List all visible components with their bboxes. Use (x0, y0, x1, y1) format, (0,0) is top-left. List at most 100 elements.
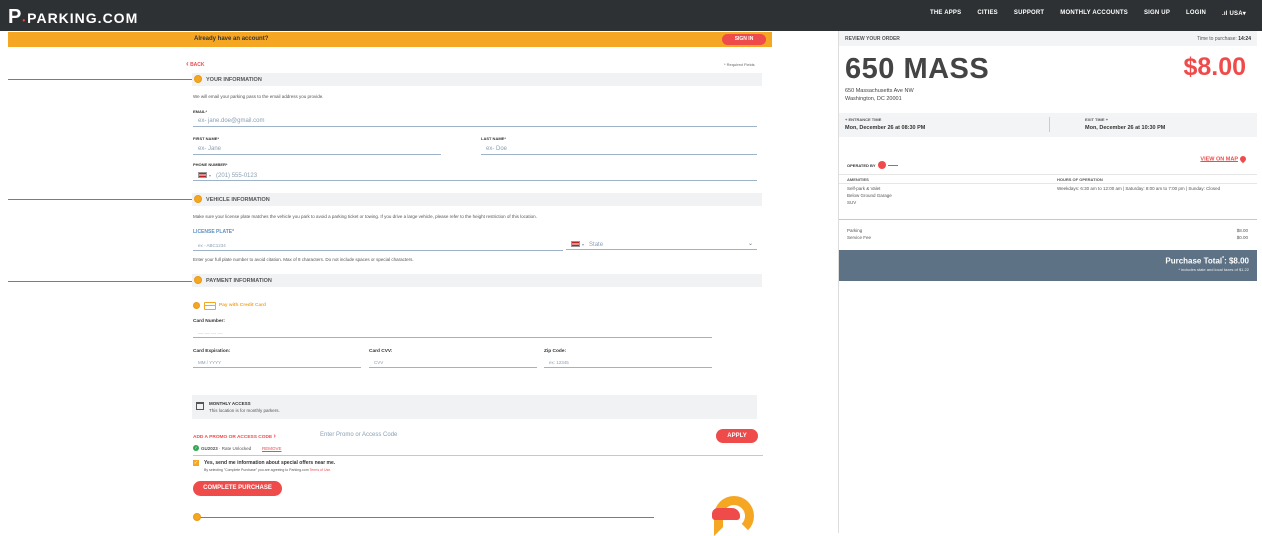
signin-prompt: Already have an account? (194, 36, 269, 42)
chevron-right-icon: › (273, 433, 276, 440)
section-payment-information: PAYMENT INFORMATION (192, 274, 762, 287)
nav-the-apps[interactable]: THE APPS (930, 10, 961, 17)
main-nav: THE APPS CITIES SUPPORT MONTHLY ACCOUNTS… (930, 10, 1246, 17)
amenity-item: Self-park & Valet (847, 186, 881, 191)
logo-text: PARKING.COM (27, 9, 139, 26)
p-logo-icon: P• (8, 6, 27, 28)
tax-note: * includes state and local taxes of $1.2… (1178, 267, 1250, 272)
parking-logo[interactable]: P• PARKING.COM (8, 6, 138, 29)
order-price: $8.00 (1183, 53, 1246, 81)
address-line-1: 650 Massachusetts Ave NW (845, 88, 914, 94)
offers-label: Yes, send me information about special o… (204, 460, 336, 466)
exit-label: EXIT TIME + (1085, 117, 1109, 122)
step-marker (194, 195, 202, 203)
amenity-item: SUV (847, 200, 857, 205)
step-marker (194, 276, 202, 284)
calendar-icon (196, 402, 204, 410)
info-description: We will email your parking pass to the e… (193, 94, 324, 99)
card-cvv-label: Card CVV: (369, 349, 393, 354)
plus-icon: + (845, 117, 848, 122)
entrance-time: Mon, December 26 at 08:30 PM (845, 125, 926, 131)
amenity-item: Below Ground Garage (847, 193, 892, 198)
nav-cities[interactable]: CITIES (977, 10, 998, 17)
step-marker (194, 75, 202, 83)
view-on-map-link[interactable]: VIEW ON MAP (1200, 154, 1248, 164)
license-plate-field[interactable]: ex - ABC1234 (193, 241, 563, 251)
nav-sign-up[interactable]: SIGN UP (1144, 10, 1170, 17)
chevron-down-icon: ▾ (1242, 11, 1246, 17)
terms-link[interactable]: Terms of Use. (310, 468, 332, 472)
email-label: EMAIL* (193, 109, 207, 114)
state-placeholder: State (589, 242, 604, 248)
email-field[interactable]: ex- jane.doe@gmail.com (193, 117, 757, 127)
divider (1049, 117, 1050, 132)
order-summary: REVIEW YOUR ORDER Time to purchase: 14:2… (838, 31, 1257, 533)
step-line (8, 281, 194, 282)
operator-logo (877, 161, 886, 169)
first-name-field[interactable]: ex- Jane (193, 145, 441, 155)
vehicle-description: Make sure your license plate matches the… (193, 214, 537, 219)
offers-checkbox[interactable]: ✓ (193, 460, 199, 466)
location-name: 650 MASS (845, 53, 990, 85)
us-flag-icon[interactable] (198, 172, 207, 179)
nav-login[interactable]: LOGIN (1186, 10, 1206, 17)
complete-purchase-button[interactable]: COMPLETE PURCHASE (193, 481, 282, 496)
signin-button[interactable]: SIGN IN (722, 34, 766, 45)
line-item-label: Service Fee (847, 235, 872, 240)
promo-code-field[interactable]: Enter Promo or Access Code (315, 431, 635, 441)
purchase-total: Purchase Total*: $8.00 (1165, 256, 1249, 266)
exit-time: Mon, December 26 at 10:30 PM (1085, 125, 1166, 131)
step-line (8, 79, 194, 80)
section-vehicle-information: VEHICLE INFORMATION (192, 193, 762, 206)
terms-note: By selecting "Complete Purchase" you are… (204, 468, 332, 472)
last-name-label: LAST NAME* (481, 136, 506, 141)
check-icon: ✓ (193, 445, 199, 451)
pay-with-card-label[interactable]: Pay with Credit Card (219, 303, 266, 308)
card-cvv-field[interactable]: CVV (369, 358, 537, 368)
nav-country-select[interactable]: .ıl USA▾ (1222, 10, 1246, 17)
section-title: VEHICLE INFORMATION (206, 197, 270, 203)
zip-code-field[interactable]: ex: 12345 (544, 358, 712, 368)
order-header: REVIEW YOUR ORDER Time to purchase: 14:2… (839, 31, 1257, 46)
line-item-amount: $8.00 (1236, 228, 1248, 233)
monthly-access-box[interactable]: MONTHLY ACCESS This location is for mont… (192, 395, 757, 419)
promo-applied: GU2023 · Rate Unlocked (201, 446, 252, 451)
promo-label[interactable]: ADD A PROMO OR ACCESS CODE › (193, 433, 276, 440)
step-line (8, 199, 194, 200)
card-number-field[interactable]: ---- ---- ---- ---- (193, 328, 712, 338)
top-nav-bar: P• PARKING.COM THE APPS CITIES SUPPORT M… (0, 0, 1262, 31)
parking-mascot-logo (712, 496, 758, 536)
nav-monthly-accounts[interactable]: MONTHLY ACCOUNTS (1060, 10, 1128, 17)
section-your-information: YOUR INFORMATION (192, 73, 762, 86)
phone-label: PHONE NUMBER* (193, 162, 228, 167)
chevron-down-icon: ▾ (209, 173, 212, 178)
chevron-left-icon: ‹ (186, 59, 189, 68)
card-number-label: Card Number: (193, 319, 225, 324)
zip-code-label: Zip Code: (544, 349, 567, 354)
step-line (196, 517, 654, 518)
times-box: + ENTRANCE TIME Mon, December 26 at 08:3… (839, 113, 1257, 137)
phone-placeholder: (201) 555-0123 (216, 173, 258, 179)
required-note: * Required Fields (724, 62, 755, 67)
credit-card-icon (204, 302, 216, 310)
phone-field[interactable]: ▾ (201) 555-0123 (193, 171, 757, 181)
line-item-label: Parking (847, 228, 863, 233)
section-title: YOUR INFORMATION (206, 77, 262, 83)
nav-support[interactable]: SUPPORT (1014, 10, 1044, 17)
entrance-label: + ENTRANCE TIME (845, 117, 882, 122)
signal-icon: .ıl (1222, 11, 1230, 17)
last-name-field[interactable]: ex- Doe (481, 145, 757, 155)
divider (839, 183, 1257, 184)
back-link[interactable]: ‹ BACK (186, 59, 205, 68)
plate-hint: Enter your full plate number to avoid ci… (193, 257, 414, 262)
state-select[interactable]: ▾ State ⌄ (566, 240, 757, 250)
hours-text: Weekdays: 6:30 am to 12:00 am | Saturday… (1057, 186, 1221, 191)
remove-promo-link[interactable]: REMOVE (262, 446, 282, 451)
credit-card-radio[interactable] (193, 302, 200, 309)
monthly-desc: This location is for monthly parkers. (209, 408, 280, 413)
card-expiration-field[interactable]: MM / YYYY (193, 358, 361, 368)
map-pin-icon (1238, 154, 1248, 164)
purchase-total-bar: Purchase Total*: $8.00 * includes state … (839, 250, 1257, 281)
apply-button[interactable]: APPLY (716, 429, 758, 443)
order-header-title: REVIEW YOUR ORDER (845, 36, 900, 42)
